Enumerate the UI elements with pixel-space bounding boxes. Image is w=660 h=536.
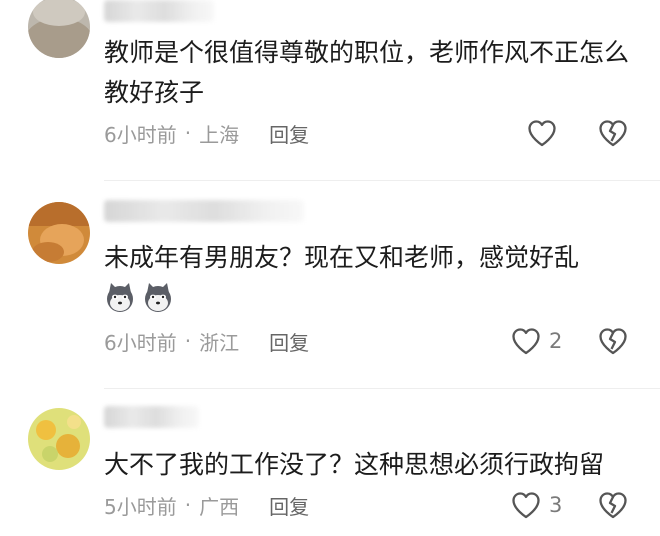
meta-separator: ·: [184, 121, 192, 145]
broken-heart-icon: [599, 120, 627, 147]
dislike-button[interactable]: [598, 119, 628, 151]
reply-button[interactable]: 回复: [269, 119, 309, 148]
username-blurred[interactable]: [104, 0, 214, 22]
heart-outline-icon: [512, 328, 540, 355]
username-blurred[interactable]: [104, 406, 199, 428]
comment-text: 教师是个很值得尊敬的职位，老师作风不正怎么教好孩子: [104, 38, 630, 107]
comment-location: 浙江: [199, 330, 240, 355]
heart-outline-icon: [512, 492, 540, 519]
comment-item: 教师是个很值得尊敬的职位，老师作风不正怎么教好孩子 6小时前 · 上海 回复: [0, 0, 660, 180]
comment-location: 广西: [199, 494, 240, 519]
heart-outline-icon: [528, 120, 556, 147]
comment-text: 未成年有男朋友？现在又和老师，感觉好乱: [104, 243, 580, 272]
broken-heart-icon: [599, 328, 627, 355]
avatar[interactable]: [28, 0, 90, 58]
like-button[interactable]: [527, 119, 557, 147]
avatar[interactable]: [28, 202, 90, 264]
comment-meta: 6小时前 · 浙江 回复: [104, 327, 309, 356]
like-button[interactable]: 3: [511, 491, 562, 519]
comment-item: 未成年有男朋友？现在又和老师，感觉好乱 6小时前 · 浙江 回复 2: [0, 196, 660, 386]
username-blurred[interactable]: [104, 200, 304, 222]
like-count: 2: [549, 329, 563, 353]
comment-time: 6小时前: [104, 122, 177, 147]
broken-heart-icon: [599, 492, 627, 519]
divider: [104, 180, 660, 181]
comment-item: 大不了我的工作没了？这种思想必须行政拘留 5小时前 · 广西 回复 3: [0, 400, 660, 536]
comment-location: 上海: [199, 122, 240, 147]
dislike-button[interactable]: [598, 491, 628, 523]
like-count: 3: [549, 493, 563, 517]
reply-button[interactable]: 回复: [269, 491, 309, 520]
dislike-button[interactable]: [598, 327, 628, 359]
comment-meta: 5小时前 · 广西 回复: [104, 491, 309, 520]
comment-time: 5小时前: [104, 494, 177, 519]
reply-button[interactable]: 回复: [269, 327, 309, 356]
meta-separator: ·: [184, 329, 192, 353]
avatar[interactable]: [28, 408, 90, 470]
comment-time: 6小时前: [104, 330, 177, 355]
meta-separator: ·: [184, 493, 192, 517]
comment-meta: 6小时前 · 上海 回复: [104, 119, 309, 148]
divider: [104, 388, 660, 389]
like-button[interactable]: 2: [511, 327, 562, 355]
dog-emoji-icon: [107, 283, 133, 312]
comment-text: 大不了我的工作没了？这种思想必须行政拘留: [104, 450, 605, 479]
dog-emoji-icon: [145, 283, 171, 312]
emoji-row: [104, 281, 174, 313]
